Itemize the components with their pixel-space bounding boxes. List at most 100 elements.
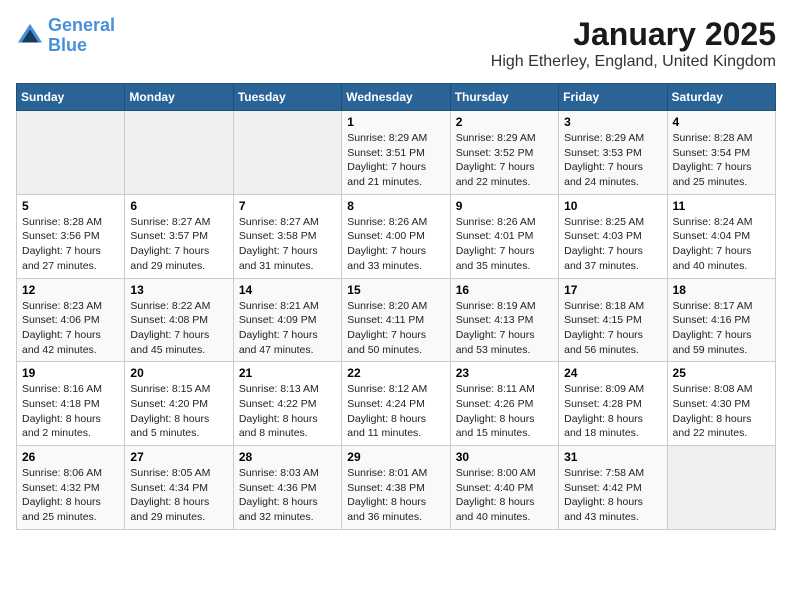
- calendar-cell: 15 Sunrise: 8:20 AMSunset: 4:11 PMDayligh…: [342, 278, 450, 362]
- day-number: 31: [564, 450, 661, 464]
- day-number: 25: [673, 366, 770, 380]
- calendar-week-1: 1 Sunrise: 8:29 AMSunset: 3:51 PMDaylight…: [17, 111, 776, 195]
- calendar-cell: 12Sunrise: 8:23 AMSunset: 4:06 PMDayligh…: [17, 278, 125, 362]
- day-info: Sunrise: 8:06 AMSunset: 4:32 PMDaylight:…: [22, 466, 119, 525]
- calendar-cell: 21 Sunrise: 8:13 AMSunset: 4:22 PMDayligh…: [233, 362, 341, 446]
- calendar-cell: 8Sunrise: 8:26 AMSunset: 4:00 PMDaylight…: [342, 194, 450, 278]
- day-number: 5: [22, 199, 119, 213]
- logo: General Blue: [16, 16, 115, 56]
- logo-text: General Blue: [48, 16, 115, 56]
- calendar-cell: 30 Sunrise: 8:00 AMSunset: 4:40 PMDayligh…: [450, 446, 558, 530]
- day-number: 24: [564, 366, 661, 380]
- calendar-cell: 17 Sunrise: 8:18 AMSunset: 4:15 PMDayligh…: [559, 278, 667, 362]
- day-info: Sunrise: 8:24 AMSunset: 4:04 PMDaylight:…: [673, 215, 770, 274]
- calendar-cell: 22Sunrise: 8:12 AMSunset: 4:24 PMDayligh…: [342, 362, 450, 446]
- day-number: 2: [456, 115, 553, 129]
- day-info: Sunrise: 8:28 AMSunset: 3:56 PMDaylight:…: [22, 215, 119, 274]
- day-info: Sunrise: 8:22 AMSunset: 4:08 PMDaylight:…: [130, 299, 227, 358]
- day-info: Sunrise: 7:58 AMSunset: 4:42 PMDaylight:…: [564, 466, 661, 525]
- day-number: 26: [22, 450, 119, 464]
- page-header: General Blue January 2025 High Etherley,…: [16, 16, 776, 71]
- day-info: Sunrise: 8:01 AMSunset: 4:38 PMDaylight:…: [347, 466, 444, 525]
- calendar-header-sunday: Sunday: [17, 84, 125, 111]
- day-info: Sunrise: 8:00 AMSunset: 4:40 PMDaylight:…: [456, 466, 553, 525]
- page-subtitle: High Etherley, England, United Kingdom: [491, 53, 776, 71]
- calendar-cell: [233, 111, 341, 195]
- calendar-cell: 9 Sunrise: 8:26 AMSunset: 4:01 PMDaylight…: [450, 194, 558, 278]
- calendar-cell: 13 Sunrise: 8:22 AMSunset: 4:08 PMDayligh…: [125, 278, 233, 362]
- calendar-week-3: 12Sunrise: 8:23 AMSunset: 4:06 PMDayligh…: [17, 278, 776, 362]
- calendar-cell: 14 Sunrise: 8:21 AMSunset: 4:09 PMDayligh…: [233, 278, 341, 362]
- calendar-header-saturday: Saturday: [667, 84, 775, 111]
- calendar-header-tuesday: Tuesday: [233, 84, 341, 111]
- day-info: Sunrise: 8:25 AMSunset: 4:03 PMDaylight:…: [564, 215, 661, 274]
- day-info: Sunrise: 8:08 AMSunset: 4:30 PMDaylight:…: [673, 382, 770, 441]
- day-number: 30: [456, 450, 553, 464]
- day-info: Sunrise: 8:23 AMSunset: 4:06 PMDaylight:…: [22, 299, 119, 358]
- day-info: Sunrise: 8:13 AMSunset: 4:22 PMDaylight:…: [239, 382, 336, 441]
- day-number: 7: [239, 199, 336, 213]
- calendar-header-thursday: Thursday: [450, 84, 558, 111]
- day-info: Sunrise: 8:27 AMSunset: 3:58 PMDaylight:…: [239, 215, 336, 274]
- calendar-cell: 16Sunrise: 8:19 AMSunset: 4:13 PMDayligh…: [450, 278, 558, 362]
- day-info: Sunrise: 8:17 AMSunset: 4:16 PMDaylight:…: [673, 299, 770, 358]
- calendar-header-row: SundayMondayTuesdayWednesdayThursdayFrid…: [17, 84, 776, 111]
- calendar-week-4: 19 Sunrise: 8:16 AMSunset: 4:18 PMDayligh…: [17, 362, 776, 446]
- calendar-cell: 10 Sunrise: 8:25 AMSunset: 4:03 PMDayligh…: [559, 194, 667, 278]
- day-number: 13: [130, 283, 227, 297]
- day-number: 21: [239, 366, 336, 380]
- calendar-cell: 25 Sunrise: 8:08 AMSunset: 4:30 PMDayligh…: [667, 362, 775, 446]
- day-number: 14: [239, 283, 336, 297]
- calendar-cell: 7 Sunrise: 8:27 AMSunset: 3:58 PMDaylight…: [233, 194, 341, 278]
- day-number: 16: [456, 283, 553, 297]
- calendar-cell: [125, 111, 233, 195]
- day-number: 10: [564, 199, 661, 213]
- calendar-table: SundayMondayTuesdayWednesdayThursdayFrid…: [16, 83, 776, 530]
- calendar-header-wednesday: Wednesday: [342, 84, 450, 111]
- calendar-cell: 31 Sunrise: 7:58 AMSunset: 4:42 PMDayligh…: [559, 446, 667, 530]
- day-info: Sunrise: 8:29 AMSunset: 3:51 PMDaylight:…: [347, 131, 444, 190]
- calendar-cell: [17, 111, 125, 195]
- day-info: Sunrise: 8:18 AMSunset: 4:15 PMDaylight:…: [564, 299, 661, 358]
- calendar-cell: 29 Sunrise: 8:01 AMSunset: 4:38 PMDayligh…: [342, 446, 450, 530]
- calendar-cell: 24Sunrise: 8:09 AMSunset: 4:28 PMDayligh…: [559, 362, 667, 446]
- calendar-cell: 18 Sunrise: 8:17 AMSunset: 4:16 PMDayligh…: [667, 278, 775, 362]
- calendar-cell: 27 Sunrise: 8:05 AMSunset: 4:34 PMDayligh…: [125, 446, 233, 530]
- day-info: Sunrise: 8:27 AMSunset: 3:57 PMDaylight:…: [130, 215, 227, 274]
- day-number: 9: [456, 199, 553, 213]
- day-number: 11: [673, 199, 770, 213]
- calendar-cell: 1 Sunrise: 8:29 AMSunset: 3:51 PMDaylight…: [342, 111, 450, 195]
- day-info: Sunrise: 8:05 AMSunset: 4:34 PMDaylight:…: [130, 466, 227, 525]
- day-number: 27: [130, 450, 227, 464]
- calendar-cell: 3 Sunrise: 8:29 AMSunset: 3:53 PMDaylight…: [559, 111, 667, 195]
- day-info: Sunrise: 8:26 AMSunset: 4:00 PMDaylight:…: [347, 215, 444, 274]
- calendar-cell: 19 Sunrise: 8:16 AMSunset: 4:18 PMDayligh…: [17, 362, 125, 446]
- day-info: Sunrise: 8:20 AMSunset: 4:11 PMDaylight:…: [347, 299, 444, 358]
- calendar-cell: 20Sunrise: 8:15 AMSunset: 4:20 PMDayligh…: [125, 362, 233, 446]
- day-number: 17: [564, 283, 661, 297]
- day-number: 20: [130, 366, 227, 380]
- calendar-cell: [667, 446, 775, 530]
- day-info: Sunrise: 8:16 AMSunset: 4:18 PMDaylight:…: [22, 382, 119, 441]
- day-info: Sunrise: 8:12 AMSunset: 4:24 PMDaylight:…: [347, 382, 444, 441]
- day-number: 23: [456, 366, 553, 380]
- page-title: January 2025: [491, 16, 776, 53]
- day-number: 18: [673, 283, 770, 297]
- day-info: Sunrise: 8:29 AMSunset: 3:53 PMDaylight:…: [564, 131, 661, 190]
- day-info: Sunrise: 8:03 AMSunset: 4:36 PMDaylight:…: [239, 466, 336, 525]
- calendar-cell: 5 Sunrise: 8:28 AMSunset: 3:56 PMDaylight…: [17, 194, 125, 278]
- calendar-cell: 28 Sunrise: 8:03 AMSunset: 4:36 PMDayligh…: [233, 446, 341, 530]
- day-number: 15: [347, 283, 444, 297]
- day-info: Sunrise: 8:29 AMSunset: 3:52 PMDaylight:…: [456, 131, 553, 190]
- day-info: Sunrise: 8:26 AMSunset: 4:01 PMDaylight:…: [456, 215, 553, 274]
- day-number: 19: [22, 366, 119, 380]
- calendar-cell: 11 Sunrise: 8:24 AMSunset: 4:04 PMDayligh…: [667, 194, 775, 278]
- day-info: Sunrise: 8:21 AMSunset: 4:09 PMDaylight:…: [239, 299, 336, 358]
- day-number: 3: [564, 115, 661, 129]
- logo-icon: [16, 22, 44, 50]
- day-number: 28: [239, 450, 336, 464]
- day-number: 1: [347, 115, 444, 129]
- day-info: Sunrise: 8:11 AMSunset: 4:26 PMDaylight:…: [456, 382, 553, 441]
- day-number: 29: [347, 450, 444, 464]
- calendar-cell: 23 Sunrise: 8:11 AMSunset: 4:26 PMDayligh…: [450, 362, 558, 446]
